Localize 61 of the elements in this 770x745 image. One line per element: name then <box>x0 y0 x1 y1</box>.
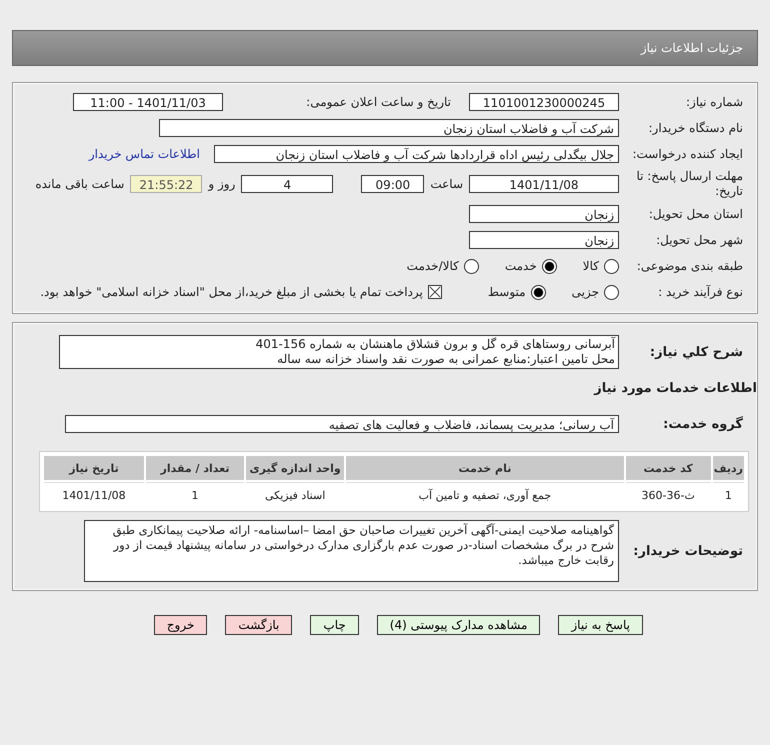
field-label: شرح کلي نياز: <box>648 344 744 360</box>
field-label: گروه خدمت: <box>662 416 744 432</box>
field-label: نام دستگاه خریدار: <box>648 121 744 135</box>
action-button[interactable]: مشاهده مدارک پیوستی (4) <box>376 615 540 635</box>
table-cell: اسناد فیزیکی <box>246 482 344 507</box>
announce-date-field: 1401/11/03 - 11:00 <box>73 93 223 111</box>
radio-button[interactable] <box>530 284 546 300</box>
column-header: تعداد / مقدار <box>146 456 244 480</box>
requester-field: جلال بیگدلی رئیس اداه قراردادها شرکت آب و فاضلاب استان زنجان <box>214 145 619 163</box>
column-header: ردیف <box>712 456 744 480</box>
table-cell: ث-36-360 <box>626 482 711 507</box>
radio-label: جزیی <box>572 285 599 299</box>
city-field: زنجان <box>469 231 619 249</box>
buyer-notes-box: گواهینامه صلاحیت ایمنی-آگهی آخرین تغییرات صاحبان حق امضا –اساسنامه- ارائه صلاحیت پیمانکاری طبق شرح در برگ مشخصات اسناد-در صورت عدم بارگزاری مدارک درخواستی در سامانه پیشنهاد قیمت از دور رقابت خارج میباشد. <box>84 520 619 582</box>
buyer-org-field: شرکت آب و فاضلاب استان زنجان <box>159 119 619 137</box>
radio-button[interactable] <box>604 284 619 300</box>
field-label: مهلت ارسال پاسخ: تا تاریخ: <box>635 169 744 199</box>
column-header: واحد اندازه گیری <box>246 456 344 480</box>
deadline-date-field: 1401/11/08 <box>469 175 619 193</box>
section-title: اطلاعات خدمات مورد نياز <box>594 380 757 396</box>
description-line: محل تامین اعتبار:منابع عمرانی به صورت نقد واسناد خزانه سه ساله <box>276 352 615 367</box>
contact-link[interactable]: اطلاعات تماس خریدار <box>88 147 200 161</box>
action-button[interactable]: پاسخ به نیاز <box>558 615 643 635</box>
column-header: تاریخ نیاز <box>44 456 144 480</box>
action-button[interactable]: خروج <box>154 615 208 635</box>
need-number-field: 1101001230000245 <box>469 93 619 111</box>
remaining-time-field: 21:55:22 <box>130 175 202 193</box>
field-label: شماره نیاز: <box>685 95 744 109</box>
table-cell: 1 <box>146 482 244 507</box>
radio-button[interactable] <box>464 258 479 274</box>
deadline-time-field: 09:00 <box>361 175 424 193</box>
radio-button[interactable] <box>542 258 557 274</box>
table-cell: جمع آوری، تصفیه و تامین آب <box>346 482 624 507</box>
days-field: 4 <box>241 175 334 193</box>
field-label: شهر محل تحویل: <box>655 233 744 247</box>
radio-label: کالا <box>582 259 599 273</box>
checkbox-label: پرداخت تمام یا بخشی از مبلغ خرید،از محل "اسناد خزانه اسلامی" خواهد بود. <box>40 285 423 299</box>
field-label: توضیحات خریدار: <box>632 544 744 558</box>
action-button[interactable]: چاپ <box>310 615 359 635</box>
field-label: ساعت باقی مانده <box>35 177 124 191</box>
field-label: ایجاد کننده درخواست: <box>631 147 744 161</box>
action-button[interactable]: بازگشت <box>225 615 292 635</box>
field-label: طبقه بندی موضوعی: <box>636 259 744 273</box>
service-group-field: آب رسانی؛ مدیریت پسماند، فاضلاب و فعالیت های تصفیه <box>65 415 619 433</box>
description-line: آبرسانی روستاهای قره گل و برون قشلاق ماهنشان به شماره 156-401 <box>254 337 615 352</box>
radio-button[interactable] <box>604 258 619 274</box>
field-label: ساعت <box>430 177 463 191</box>
field-label: استان محل تحویل: <box>648 207 744 221</box>
radio-label: خدمت <box>504 259 537 273</box>
column-header: کد خدمت <box>626 456 711 480</box>
field-label: روز و <box>208 177 236 191</box>
province-field: زنجان <box>469 205 619 223</box>
checkbox[interactable] <box>428 285 442 299</box>
field-label: تاریخ و ساعت اعلان عمومی: <box>305 95 451 109</box>
field-label: نوع فرآیند خرید : <box>657 285 744 299</box>
radio-label: کالا/خدمت <box>406 259 459 273</box>
table-cell: 1 <box>712 482 744 507</box>
table-cell: 1401/11/08 <box>44 482 144 507</box>
column-header: نام خدمت <box>346 456 624 480</box>
page-title: جزئیات اطلاعات نیاز <box>640 41 743 55</box>
radio-label: متوسط <box>488 285 526 299</box>
